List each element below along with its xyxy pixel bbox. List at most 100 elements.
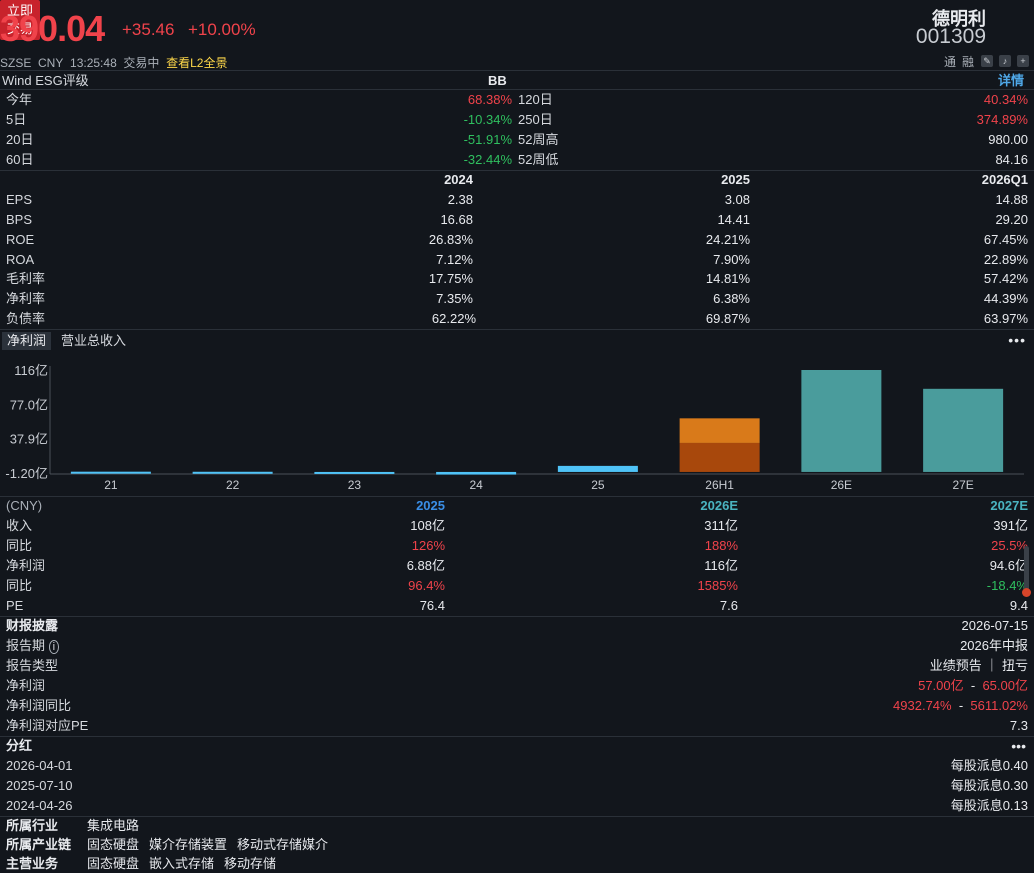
edit-icon[interactable]: ✎	[981, 55, 993, 67]
report-type-value: 业绩预告 ｜ 扭亏	[929, 658, 1028, 673]
financials-value: 6.38%	[713, 291, 750, 306]
financials-label: 净利率	[6, 291, 46, 306]
tab-net-profit[interactable]: 净利润	[2, 332, 52, 350]
bar-25	[557, 465, 638, 472]
forecast-row: 收入 108亿 311亿 391亿	[0, 516, 1034, 536]
dividend-item: 2024-04-26 每股派息0.13	[0, 796, 1034, 816]
financials-value: 29.20	[995, 212, 1028, 227]
report-yoy-low: 4932.74%	[893, 698, 952, 713]
dividend-item: 2025-07-10 每股派息0.30	[0, 776, 1034, 796]
report-yoy-row: 净利润同比 4932.74% - 5611.02%	[0, 696, 1034, 716]
bell-icon[interactable]: ♪	[999, 55, 1011, 67]
financials-value: 14.41	[717, 212, 750, 227]
returns-label: 52周低	[518, 152, 559, 167]
report-netprofit-row: 净利润 57.00亿 - 65.00亿	[0, 676, 1034, 696]
forecast-col-header: 2026E	[700, 498, 738, 513]
returns-label: 20日	[6, 132, 34, 147]
rong-toggle[interactable]: 融	[962, 53, 974, 70]
financials-value: 14.88	[995, 192, 1028, 207]
returns-value: 980.00	[988, 132, 1028, 147]
dividend-amount: 每股派息0.40	[950, 758, 1028, 773]
financials-value: 57.42%	[983, 271, 1028, 286]
returns-label: 今年	[6, 92, 33, 107]
forecast-row: 净利润 6.88亿 116亿 94.6亿	[0, 556, 1034, 576]
dividend-amount: 每股派息0.13	[950, 798, 1028, 813]
chain-row: 所属产业链 固态硬盘 媒介存储装置 移动式存储媒介	[0, 836, 1034, 854]
dividend-amount: 每股派息0.30	[950, 778, 1028, 793]
report-period-value: 2026年中报	[960, 638, 1028, 653]
esg-rating: BB	[488, 73, 507, 88]
returns-value: 84.16	[995, 152, 1028, 167]
chart-more-button[interactable]: •••	[1008, 332, 1026, 348]
returns-value: -32.44%	[463, 152, 512, 167]
chain-tag[interactable]: 固态硬盘	[87, 836, 139, 854]
financials-value: 67.45%	[983, 232, 1028, 247]
financials-value: 24.21%	[705, 232, 750, 247]
dividend-title: 分红	[6, 738, 33, 753]
report-yoy-high: 5611.02%	[970, 698, 1028, 713]
x-tick-label: 21	[104, 478, 118, 492]
forecast-value: 25.5%	[991, 538, 1028, 553]
financials-row: 负债率 62.22% 69.87% 63.97%	[0, 309, 1034, 329]
dividend-date: 2025-07-10	[6, 778, 73, 793]
info-icon[interactable]: i	[48, 640, 60, 654]
add-icon[interactable]: +	[1017, 55, 1029, 67]
y-tick-label: 77.0亿	[10, 397, 48, 412]
financials-value: 26.83%	[428, 232, 473, 247]
dividend-date: 2024-04-26	[6, 798, 73, 813]
y-tick-label: -1.20亿	[5, 466, 48, 481]
stock-code: 001309	[915, 25, 986, 48]
returns-label: 250日	[518, 112, 553, 127]
chain-label: 所属产业链	[6, 837, 72, 852]
l2-panorama-link[interactable]: 查看L2全景	[166, 56, 227, 70]
x-tick-label: 24	[469, 478, 483, 492]
esg-detail-link[interactable]: 详情	[998, 71, 1024, 91]
tong-toggle[interactable]: 通	[944, 53, 956, 70]
report-pe-label: 净利润对应PE	[6, 718, 89, 733]
returns-value: 40.34%	[983, 92, 1028, 107]
chain-tag[interactable]: 移动式存储媒介	[237, 836, 328, 854]
forecast-label: 净利润	[6, 558, 46, 573]
report-date: 2026-07-15	[961, 618, 1029, 633]
forecast-row: PE 76.4 7.6 9.4	[0, 596, 1034, 616]
forecast-value: 1585%	[697, 578, 738, 593]
quote-time: 13:25:48	[70, 56, 117, 70]
forecast-value: 188%	[704, 538, 738, 553]
trading-status: 交易中	[123, 56, 160, 70]
business-tag[interactable]: 固态硬盘	[87, 855, 139, 873]
forecast-value: 116亿	[704, 558, 738, 573]
industry-tag[interactable]: 集成电路	[87, 817, 139, 835]
report-pe-row: 净利润对应PE 7.3	[0, 716, 1034, 736]
dividend-title-row: 分红 •••	[0, 736, 1034, 756]
business-tag[interactable]: 嵌入式存储	[149, 855, 214, 873]
range-separator: -	[970, 678, 976, 693]
x-tick-label: 26H1	[705, 478, 734, 492]
forecast-label: 收入	[6, 518, 33, 533]
x-tick-label: 26E	[831, 478, 852, 492]
exchange-label: SZSE	[0, 56, 32, 70]
returns-value: -10.34%	[463, 112, 512, 127]
x-tick-label: 25	[591, 478, 605, 492]
price-change-pct: +10.00%	[188, 20, 256, 39]
chain-tag[interactable]: 媒介存储装置	[149, 836, 227, 854]
scroll-thumb-icon[interactable]	[1022, 588, 1031, 597]
returns-label: 60日	[6, 152, 34, 167]
financials-value: 7.12%	[436, 252, 473, 267]
report-yoy-label: 净利润同比	[6, 698, 72, 713]
report-type-label: 报告类型	[6, 658, 59, 673]
price-change: +35.46	[122, 20, 175, 39]
last-price: 390.04	[0, 8, 105, 49]
business-tag[interactable]: 移动存储	[224, 855, 276, 873]
business-row: 主营业务 固态硬盘 嵌入式存储 移动存储	[0, 855, 1034, 873]
report-np-high: 65.00亿	[982, 678, 1028, 693]
forecast-value: 108亿	[410, 518, 445, 533]
financials-col-header: 2025	[721, 172, 750, 187]
dividend-more-button[interactable]: •••	[1011, 736, 1026, 756]
tab-total-revenue[interactable]: 营业总收入	[56, 332, 131, 350]
returns-row: 5日 -10.34% 250日 374.89%	[0, 110, 1034, 130]
industry-row: 所属行业 集成电路	[0, 817, 1034, 835]
y-tick-label: 116亿	[14, 363, 48, 378]
forecast-value: 7.6	[719, 598, 738, 613]
report-yoy-range: 4932.74% - 5611.02%	[893, 696, 1028, 716]
report-title-row: 财报披露 2026-07-15	[0, 616, 1034, 636]
